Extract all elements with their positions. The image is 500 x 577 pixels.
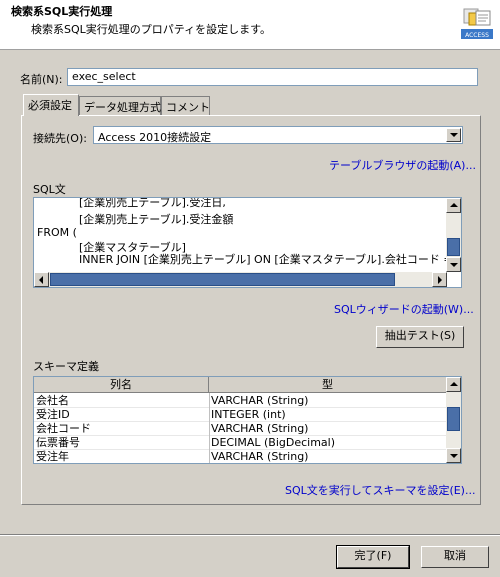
sql-editor[interactable]: [企業別売上テーブル].受注日, [企業別売上テーブル].受注金額 FROM (… — [33, 197, 462, 288]
sql-line: FROM ( — [37, 226, 77, 239]
scroll-right-icon[interactable] — [432, 272, 447, 287]
name-input[interactable]: exec_select — [67, 68, 478, 86]
scroll-up-icon[interactable] — [446, 198, 461, 213]
scroll-down-icon[interactable] — [446, 448, 461, 463]
table-cell[interactable]: DECIMAL (BigDecimal) — [209, 436, 447, 450]
table-cell[interactable]: INTEGER (int) — [209, 408, 447, 422]
schema-vertical-scrollbar[interactable] — [446, 377, 461, 463]
table-cell[interactable]: 受注年 — [34, 450, 209, 463]
extract-test-button[interactable]: 抽出テスト(S) — [376, 326, 464, 348]
column-divider — [209, 393, 210, 463]
tab-required-settings[interactable]: 必須設定 — [23, 94, 79, 116]
column-header-name[interactable]: 列名 — [34, 377, 209, 393]
table-browser-link[interactable]: テーブルブラウザの起動(A)... — [329, 157, 476, 173]
connection-value: Access 2010接続設定 — [98, 131, 212, 144]
sql-line: [企業別売上テーブル].受注日, — [37, 197, 226, 209]
table-cell[interactable]: 伝票番号 — [34, 436, 209, 450]
dialog-title: 検索系SQL実行処理 — [11, 5, 113, 18]
connection-label: 接続先(O): — [33, 132, 87, 145]
sql-hscroll-thumb[interactable] — [50, 273, 395, 286]
table-cell[interactable]: VARCHAR (String) — [209, 450, 447, 463]
table-cell[interactable]: VARCHAR (String) — [209, 422, 447, 436]
sql-vscroll-thumb[interactable] — [447, 238, 460, 256]
sql-line: INNER JOIN [企業別売上テーブル] ON [企業マスタテーブル].会社… — [37, 253, 462, 266]
sql-horizontal-scrollbar[interactable] — [34, 272, 447, 287]
schema-table[interactable]: 列名 型 会社名 VARCHAR (String) 受注ID INTEGER (… — [33, 376, 462, 464]
schema-label: スキーマ定義 — [33, 360, 99, 373]
scroll-down-icon[interactable] — [446, 257, 461, 272]
dialog-header: 検索系SQL実行処理 検索系SQL実行処理のプロパティを設定します。 ACCES… — [0, 0, 500, 50]
table-cell[interactable]: 会社名 — [34, 394, 209, 408]
scroll-up-icon[interactable] — [446, 377, 461, 392]
column-header-type[interactable]: 型 — [209, 377, 447, 393]
access-app-icon: ACCESS — [461, 8, 493, 39]
chevron-down-icon[interactable] — [446, 128, 461, 142]
table-cell[interactable]: VARCHAR (String) — [209, 394, 447, 408]
name-label: 名前(N): — [20, 73, 63, 86]
schema-vscroll-thumb[interactable] — [447, 407, 460, 431]
scroll-left-icon[interactable] — [34, 272, 49, 287]
sql-vertical-scrollbar[interactable] — [446, 198, 461, 272]
sql-wizard-link[interactable]: SQLウィザードの起動(W)... — [334, 301, 474, 317]
connection-select[interactable]: Access 2010接続設定 — [93, 126, 463, 144]
finish-button[interactable]: 完了(F) — [336, 545, 410, 569]
run-sql-set-schema-link[interactable]: SQL文を実行してスキーマを設定(E)... — [285, 482, 475, 498]
icon-label: ACCESS — [465, 32, 489, 39]
tab-data-processing[interactable]: データ処理方式 — [79, 96, 161, 115]
tab-comment[interactable]: コメント — [161, 96, 210, 115]
sql-line: [企業別売上テーブル].受注金額 — [37, 213, 234, 226]
table-cell[interactable]: 受注ID — [34, 408, 209, 422]
cancel-button[interactable]: 取消 — [421, 546, 489, 568]
dialog-description: 検索系SQL実行処理のプロパティを設定します。 — [31, 23, 272, 36]
footer-separator — [0, 534, 500, 536]
table-cell[interactable]: 会社コード — [34, 422, 209, 436]
sql-label: SQL文 — [33, 183, 66, 196]
